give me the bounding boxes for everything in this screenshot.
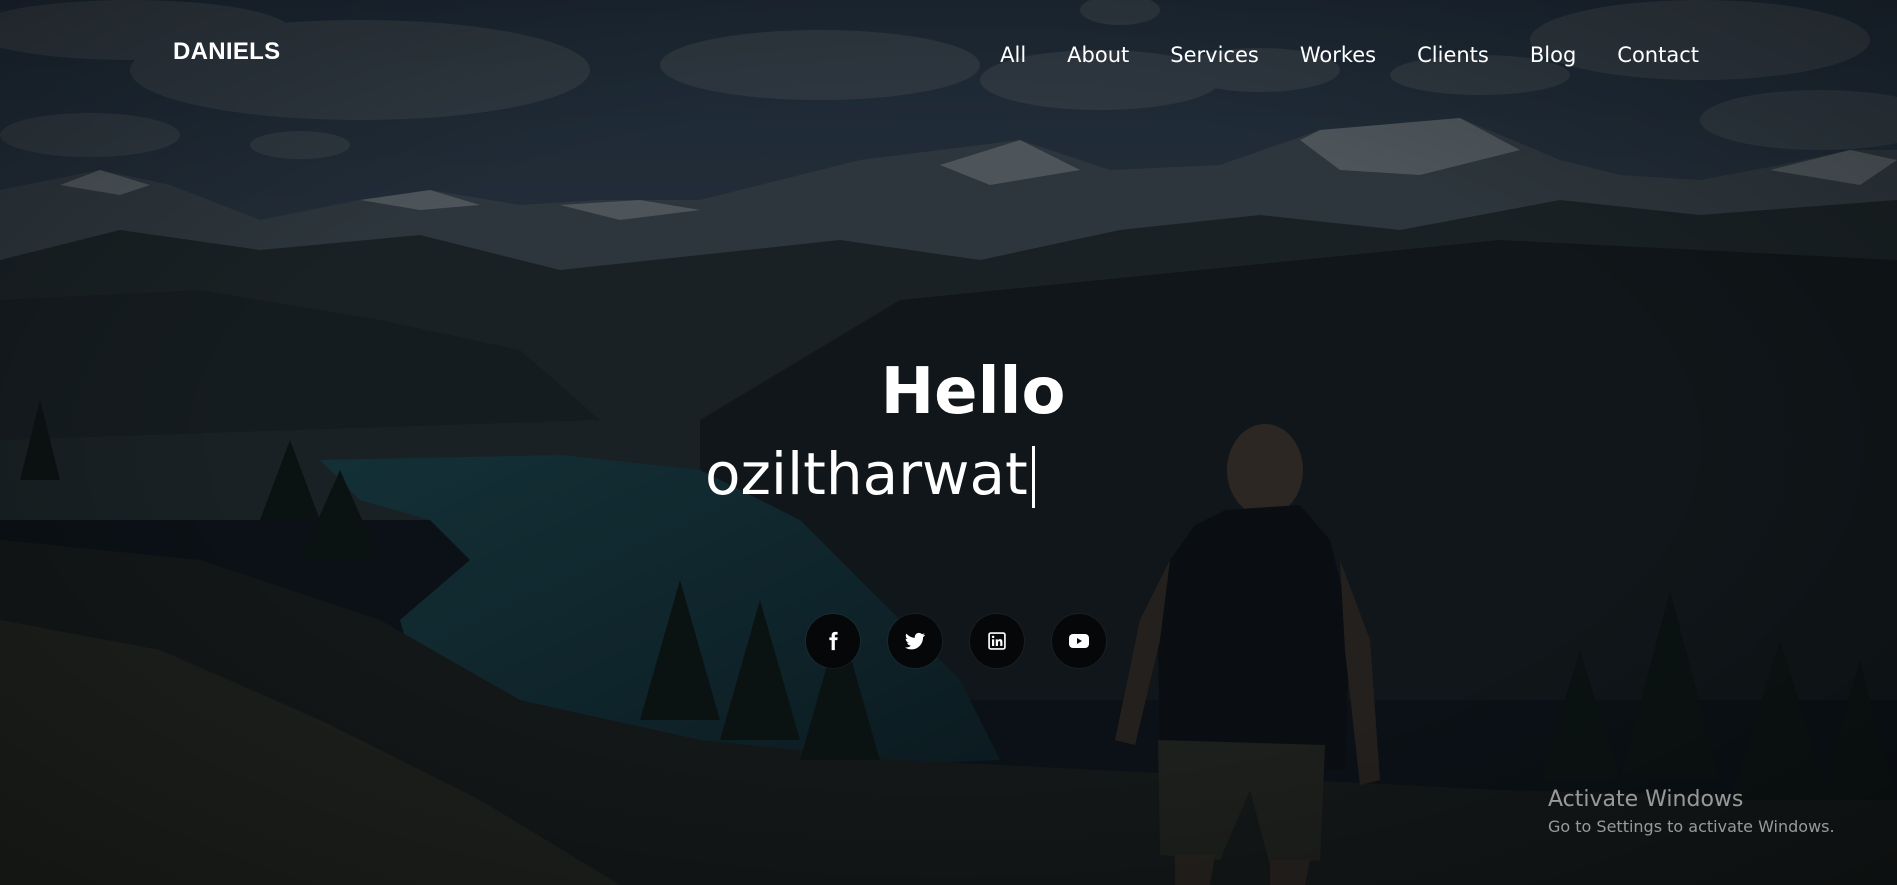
typing-caret: [1031, 446, 1035, 508]
nav-item-contact[interactable]: Contact: [1617, 41, 1699, 69]
watermark-subtitle: Go to Settings to activate Windows.: [1548, 817, 1835, 836]
nav-item-about[interactable]: About: [1067, 41, 1129, 69]
nav-item-services[interactable]: Services: [1170, 41, 1259, 69]
nav-item-clients[interactable]: Clients: [1417, 41, 1489, 69]
hero-typed-name: oziltharwat: [705, 438, 1035, 510]
linkedin-link[interactable]: [970, 614, 1024, 668]
main-nav: All About Services Workes Clients Blog C…: [959, 41, 1699, 69]
twitter-icon: [903, 629, 927, 653]
hero-typed-name-text: oziltharwat: [705, 440, 1028, 508]
youtube-link[interactable]: [1052, 614, 1106, 668]
nav-item-blog[interactable]: Blog: [1530, 41, 1576, 69]
nav-item-all[interactable]: All: [1000, 41, 1026, 69]
linkedin-icon: [987, 631, 1007, 651]
facebook-link[interactable]: [806, 614, 860, 668]
watermark-title: Activate Windows: [1548, 787, 1744, 812]
facebook-icon: [822, 630, 844, 652]
nav-item-workes[interactable]: Workes: [1300, 41, 1376, 69]
windows-activation-watermark: Activate Windows Go to Settings to activ…: [1548, 786, 1835, 838]
youtube-icon: [1067, 629, 1091, 653]
brand-logo[interactable]: DANIELS: [173, 38, 280, 66]
social-links: [806, 614, 1106, 668]
twitter-link[interactable]: [888, 614, 942, 668]
hero-greeting: Hello: [880, 355, 1066, 429]
